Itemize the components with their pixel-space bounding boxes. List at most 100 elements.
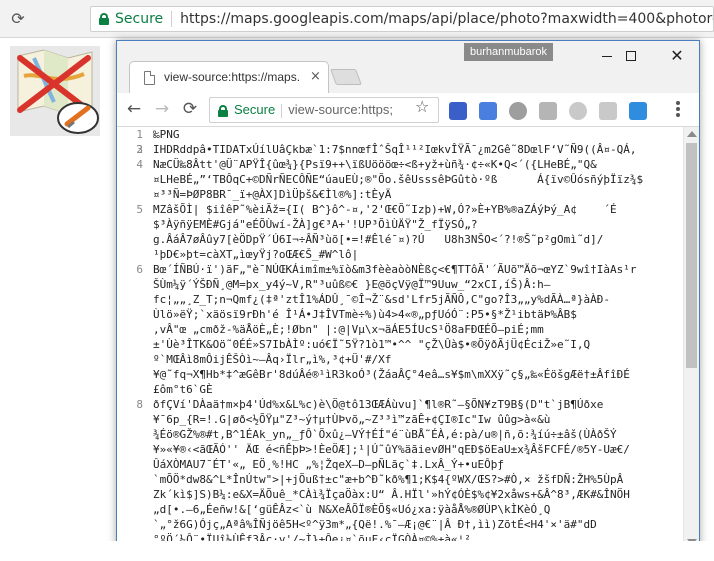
line-text: ¹þD€»þt=càXT„ìœyŸj?oŒÆ€Š_#W^lô| xyxy=(153,248,359,261)
browser-window: burhanmubarok ✕ view-source:https://maps… xyxy=(116,40,700,550)
source-line: ¥»«¥®‹<ãŒÃÓ'' ÄŒ é<ñÊþÞ>!ÈeÖÆ];¹|Ú˜ûY%äã… xyxy=(117,442,683,457)
line-text: ,vÂ"œ „cmðž-%äÅöÈ„È;!Øbn" |:@|Vµ\x¬äÁE5Í… xyxy=(153,323,544,336)
source-line: 6 Bœ´ÍÑBÚ·ï')ãF„"è¯NÚŒKÁimîm±%ïò&m3fèèaòò… xyxy=(117,262,683,277)
line-number: 6 xyxy=(136,263,143,276)
source-line: 4 NæCÜ‰8Âtt'@Ü¨APŸÎ{ûœ¾}{Psï9++\ïßUöööœ÷<… xyxy=(117,157,683,172)
line-text: g.ÂáÂ7øÂûy7[èÖDpŸ´Ú6I¬÷ÂÑ³ùõ[•=!#Êlé¯¤)?… xyxy=(153,233,604,246)
source-line: ±'Ùè³ÎTK&Oö˜0ÉÉ»S7IbÀÌº:uó€Ï˜5Ÿ?1ò1™•^^ … xyxy=(117,337,683,352)
back-arrow-icon[interactable]: ← xyxy=(123,98,145,120)
line-number: 4 xyxy=(136,158,143,171)
new-tab-button[interactable] xyxy=(330,69,362,85)
background-bottom xyxy=(0,541,714,561)
source-line: ÛáXÒMAU7¯ÉT'«„ EÖ¸%!HC „%¦ŽqeX—D—pÑLãç`‡… xyxy=(117,457,683,472)
info-icon[interactable] xyxy=(36,9,56,29)
source-line: $³ÀÿñÿEMÈ#Gjá"eÉÕÙwí-ŽÀ]g€³A+'!UP³ÕìÙÄŸ"… xyxy=(117,217,683,232)
close-window-button[interactable]: ✕ xyxy=(654,41,699,71)
line-text: MZâšÕÌ| $iîêP˜%èiÃž={I( B^}ô^-¤,'2'Œ€Õ˜I… xyxy=(153,203,617,216)
source-line: ¤³³Ñ=ÞØP8BR¯_ï+@ÀX]DìÜþš&€Ìl®%]:tÈyÄ xyxy=(117,187,683,202)
source-line: Zk´kì$]S)B¼:e&X=ÄÕuê_*CÀì¾ÏçaÖàx:U“ Â.HÏ… xyxy=(117,487,683,502)
background-browser-toolbar: ⟳ Secure https://maps.googleapis.com/maps… xyxy=(0,0,714,38)
scroll-up-arrow-icon[interactable] xyxy=(687,131,697,137)
star-icon[interactable]: ☆ xyxy=(415,97,429,116)
source-line: `mÕÖ*dw8&^L*ÎnÚtw">|+jÕuß†±c"æ+b^Ð˜kð%¶1… xyxy=(117,472,683,487)
extension-icon-4[interactable] xyxy=(539,102,557,120)
line-text: ¤³³Ñ=ÞØP8BR¯_ï+@ÀX]DìÜþš&€Ìl®%]:tÈyÄ xyxy=(153,188,392,201)
profile-badge[interactable]: burhanmubarok xyxy=(464,43,554,61)
line-text: `mÕÖ*dw8&^L*ÎnÚtw">|+jÕuß†±c"æ+b^Ð˜kð%¶1… xyxy=(153,473,624,486)
line-text: NæCÜ‰8Âtt'@Ü¨APŸÎ{ûœ¾}{Psï9++\ïßUöööœ÷<ß… xyxy=(153,158,597,171)
source-line: ¥@˜fq¬X¶Hb*‡^æGêBr'8dúÂé®¹ìR3koÓ³(ŽáaÂÇ°… xyxy=(117,367,683,382)
source-line: `„°ž6G)Ójç„Aªâ%ÎÑjöê5H<º^ÿ3m*„{Që!.%¯–Æ¡… xyxy=(117,517,683,532)
source-line: Ùlö»ëŸ;`xäösï9rÐh'é Î¹Á•J‡ÎVTmè÷%)ù4>4«®… xyxy=(117,307,683,322)
address-bar[interactable]: Secure view-source:https; xyxy=(209,97,439,123)
extension-icon-6[interactable] xyxy=(599,102,617,120)
source-line: 1 ‰PNG xyxy=(117,127,683,142)
source-line: £ôm°t6`GÈ xyxy=(117,382,683,397)
line-text: ¥@˜fq¬X¶Hb*‡^æGêBr'8dúÂé®¹ìR3koÓ³(ŽáaÂÇ°… xyxy=(153,368,630,381)
line-text: ðfÇVí'DÀaä†m×þ4'Úd%x&L%c)è\Ö@tô13ŒÆÁùvu]… xyxy=(153,398,604,411)
line-text: ŠÙm¼ÿ´ÝŠÐÑ¸@M=þx_y4ý~V,R"³uûß©€ }E@öçVÿ@… xyxy=(153,278,551,291)
source-line: ¾Éö®GŽ%®#t,B^1ÉAk_yn„_ƒÔ`Õxû¿–VÝ†ÉÍ"é¨ùB… xyxy=(117,427,683,442)
source-line: fc¦„„¸Z_T;n¬Qmf¿(‡ª'ztÎ1%ÁDÛ¸¯©Î¬Ž¨&sd'L… xyxy=(117,292,683,307)
browser-toolbar: ← → ⟳ Secure view-source:https; ☆ xyxy=(117,93,699,127)
line-number: 1 xyxy=(136,128,143,141)
forward-arrow-icon[interactable]: → xyxy=(151,98,173,120)
extension-icon-5[interactable] xyxy=(569,102,587,120)
maximize-button[interactable] xyxy=(608,41,654,71)
line-text: Ùlö»ëŸ;`xäösï9rÐh'é Î¹Á•J‡ÎVTmè÷%)ù4>4«®… xyxy=(153,308,577,321)
tab-title: view-source:https://maps. xyxy=(164,70,301,84)
source-line: g.ÂáÂ7øÂûy7[èÖDpŸ´Ú6I¬÷ÂÑ³ùõ[•=!#Êlé¯¤)?… xyxy=(117,232,683,247)
scroll-thumb[interactable] xyxy=(686,143,697,368)
translate-icon[interactable] xyxy=(479,102,497,120)
lock-icon xyxy=(218,104,228,117)
vertical-scrollbar[interactable] xyxy=(683,127,699,549)
extension-icon-3[interactable] xyxy=(509,102,527,120)
extension-icon-1[interactable] xyxy=(449,102,467,120)
reload-icon[interactable]: ⟳ xyxy=(179,98,201,120)
line-text: º`MŒÂì8mÔijÊŠÒì~—Âq›Ïlr„ì%,³¢+Ü'#/Xf xyxy=(153,353,392,366)
line-text: $³ÀÿñÿEMÈ#Gjá"eÉÕÙwí-ŽÀ]g€³A+'!UP³ÕìÙÄŸ"… xyxy=(153,218,478,231)
extension-icon-7[interactable] xyxy=(629,102,647,120)
tab-close-icon[interactable]: × xyxy=(310,69,321,84)
source-line: ,vÂ"œ „cmðž-%äÅöÈ„È;!Øbn" |:@|Vµ\x¬äÁE5Í… xyxy=(117,322,683,337)
line-number: 3 xyxy=(136,143,143,156)
line-text: £ôm°t6`GÈ xyxy=(153,383,213,396)
secure-label: Secure xyxy=(115,11,164,27)
line-text: Bœ´ÍÑBÚ·ï')ãF„"è¯NÚŒKÁimîm±%ïò&m3fèèaòòN… xyxy=(153,263,637,276)
address-url-text: view-source:https; xyxy=(288,102,393,117)
source-line: „d[•.–6„Éeñw!&[‘güÊÂz<`ù N&XeÂÕÏ®ÈÕ§«Uó¿… xyxy=(117,502,683,517)
source-code: 1 ‰PNG 2 3 IHDRddpâ•TIDATxÚílUâÇkbæ`1:7$nnœf… xyxy=(117,127,683,547)
secure-label: Secure xyxy=(234,102,276,117)
line-text: fc¦„„¸Z_T;n¬Qmf¿(‡ª'ztÎ1%ÁDÛ¸¯©Î¬Ž¨&sd'L… xyxy=(153,293,610,306)
background-url-text: https://maps.googleapis.com/maps/api/pla… xyxy=(180,11,713,27)
line-text: ¾Éö®GŽ%®#t,B^1ÉAk_yn„_ƒÔ`Õxû¿–VÝ†ÉÍ"é¨ùB… xyxy=(153,428,617,441)
line-text: „d[•.–6„Éeñw!&[‘güÊÂz<`ù N&XeÂÕÏ®ÈÕ§«Uó¿… xyxy=(153,503,551,516)
map-placeholder-icon xyxy=(10,46,100,136)
line-text: ¥¯6p_{R=!.G|øð<½ÕŸµ"Z³~ý†µ†ÙÞvõ„~Z³³ì™zã… xyxy=(153,413,551,426)
line-text: `„°ž6G)Ójç„Aªâ%ÎÑjöê5H<º^ÿ3m*„{Që!.%¯–Æ¡… xyxy=(153,518,597,531)
line-text: ¤LHeBÉ„”‘TBÔqC+©DÑrÑECÔÑE“úauEÙ;®"Õo.šêU… xyxy=(153,173,644,186)
source-line: 8 ðfÇVí'DÀaä†m×þ4'Úd%x&L%c)è\Ö@tô13ŒÆÁùvu… xyxy=(117,397,683,412)
source-line: º`MŒÂì8mÔijÊŠÒì~—Âq›Ïlr„ì%,³¢+Ü'#/Xf xyxy=(117,352,683,367)
url-separator xyxy=(281,103,283,118)
tab-view-source[interactable]: view-source:https://maps. × xyxy=(129,61,329,93)
url-separator xyxy=(171,11,173,27)
line-number: 5 xyxy=(136,203,143,216)
line-text: ÛáXÒMAU7¯ÉT'«„ EÖ¸%!HC „%¦ŽqeX—D—pÑLãç`‡… xyxy=(153,458,504,471)
line-text: ±'Ùè³ÎTK&Oö˜0ÉÉ»S7IbÀÌº:uó€Ï˜5Ÿ?1ò1™•^^ … xyxy=(153,338,591,351)
source-line: ŠÙm¼ÿ´ÝŠÐÑ¸@M=þx_y4ý~V,R"³uûß©€ }E@öçVÿ@… xyxy=(117,277,683,292)
line-number: 8 xyxy=(136,398,143,411)
source-view: 1 ‰PNG 2 3 IHDRddpâ•TIDATxÚílUâÇkbæ`1:7$nnœf… xyxy=(117,127,699,549)
source-line: ¤LHeBÉ„”‘TBÔqC+©DÑrÑECÔÑE“úauEÙ;®"Õo.šêU… xyxy=(117,172,683,187)
title-bar[interactable]: burhanmubarok ✕ view-source:https://maps… xyxy=(117,41,699,93)
line-text: Zk´kì$]S)B¼:e&X=ÄÕuê_*CÀì¾ÏçaÖàx:U“ Â.HÏ… xyxy=(153,488,630,501)
reload-icon[interactable]: ⟳ xyxy=(8,9,28,29)
line-text: ¥»«¥®‹<ãŒÃÓ'' ÄŒ é<ñÊþÞ>!ÈeÖÆ];¹|Ú˜ûY%äã… xyxy=(153,443,630,456)
source-line: 5 MZâšÕÌ| $iîêP˜%èiÃž={I( B^}ô^-¤,'2'Œ€Õ˜… xyxy=(117,202,683,217)
menu-icon[interactable] xyxy=(675,101,681,119)
background-address-bar[interactable]: Secure https://maps.googleapis.com/maps/a… xyxy=(90,6,714,32)
line-text: ‰PNG xyxy=(153,128,180,141)
source-line: ¥¯6p_{R=!.G|øð<½ÕŸµ"Z³~ý†µ†ÙÞvõ„~Z³³ì™zã… xyxy=(117,412,683,427)
page-icon xyxy=(144,71,155,85)
line-text: IHDRddpâ•TIDATxÚílUâÇkbæ`1:7$nnœfÎˆŠqÎ¹¹… xyxy=(153,143,637,156)
